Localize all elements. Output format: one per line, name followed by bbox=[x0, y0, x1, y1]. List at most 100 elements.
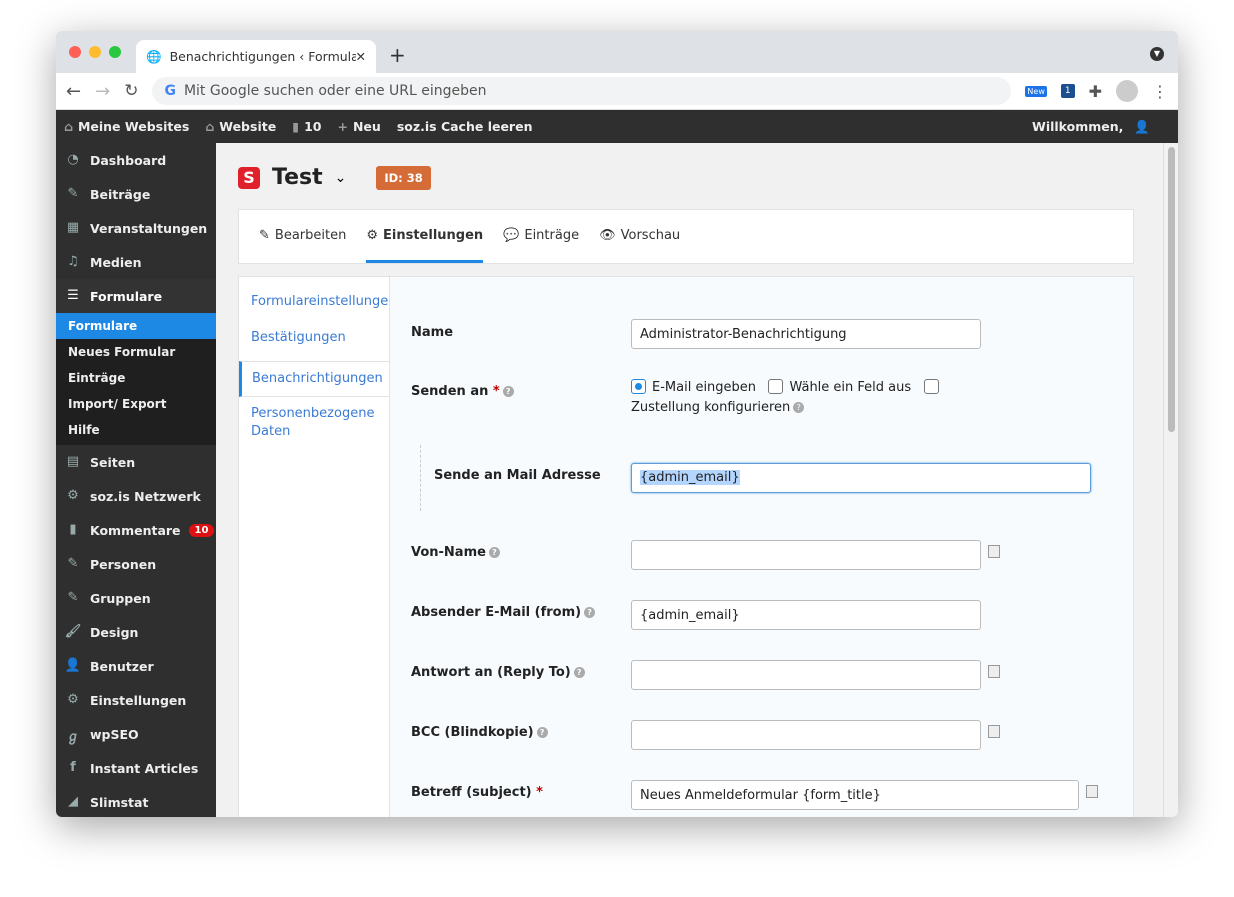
mail-address-input[interactable]: {admin_email} bbox=[631, 463, 1091, 493]
submenu-formulare[interactable]: Formulare bbox=[56, 313, 216, 339]
conditional-divider bbox=[420, 445, 421, 511]
comments-link[interactable]: ▮ 10 bbox=[292, 119, 321, 134]
bitwarden-icon[interactable]: 1 bbox=[1060, 84, 1075, 98]
new-link[interactable]: + Neu bbox=[337, 119, 380, 134]
submenu-hilfe[interactable]: Hilfe bbox=[56, 417, 216, 443]
back-icon[interactable]: ← bbox=[66, 81, 81, 102]
form-tabs: ✎ Bearbeiten ⚙ Einstellungen 💬 Einträge 👁 Vo… bbox=[238, 209, 1134, 264]
sidebar-item-wpseo[interactable]: ℊ wpSEO bbox=[56, 717, 216, 751]
subnav-formulareinstellungen[interactable]: Formulareinstellungen bbox=[239, 277, 389, 319]
plugin-logo: S bbox=[238, 166, 260, 189]
settings-subnav: Formulareinstellungen Bestätigungen Bena… bbox=[239, 277, 390, 817]
minimize-window-button[interactable] bbox=[89, 46, 101, 58]
welcome-account[interactable]: Willkommen, 👤 bbox=[1032, 119, 1150, 135]
browser-window: 🌐 Benachrichtigungen ‹ Formular ✕ + ▼ ← … bbox=[56, 31, 1178, 817]
pin-icon: ✎ bbox=[67, 186, 79, 201]
sidebar-item-slimstat[interactable]: ◢ Slimstat bbox=[56, 785, 216, 817]
radio-email[interactable] bbox=[631, 379, 646, 394]
bcc-input[interactable] bbox=[631, 720, 981, 750]
tab-bearbeiten[interactable]: ✎ Bearbeiten bbox=[259, 210, 346, 263]
subnav-personenbezogene-daten[interactable]: Personenbezogene Daten bbox=[239, 397, 389, 449]
sidebar-item-design[interactable]: 🖌 Design bbox=[56, 615, 216, 649]
required-marker: * bbox=[536, 785, 543, 800]
from-name-input[interactable] bbox=[631, 540, 981, 570]
wp-admin-bar: ⌂ Meine Websites ⌂ Website ▮ 10 + Neu soz.is… bbox=[56, 110, 1178, 143]
tab-search-icon[interactable]: ▼ bbox=[1150, 47, 1164, 61]
edit-icon: ✎ bbox=[259, 227, 270, 243]
tab-eintraege[interactable]: 💬 Einträge bbox=[503, 210, 579, 263]
name-label: Name bbox=[411, 325, 454, 340]
cache-clear-link[interactable]: soz.is Cache leeren bbox=[397, 119, 533, 134]
help-icon[interactable]: ? bbox=[584, 607, 596, 618]
name-input[interactable] bbox=[631, 319, 981, 349]
notification-form: Name Senden an *? E-Mail eingeben Wähle … bbox=[390, 277, 1133, 817]
pages-icon: ▤ bbox=[66, 454, 80, 469]
sidebar-item-seiten[interactable]: ▤ Seiten bbox=[56, 445, 216, 479]
sidebar-item-personen[interactable]: ✎ Personen bbox=[56, 547, 216, 581]
browser-tab[interactable]: 🌐 Benachrichtigungen ‹ Formular ✕ bbox=[136, 40, 376, 73]
help-icon[interactable]: ? bbox=[536, 727, 548, 738]
subnav-benachrichtigungen[interactable]: Benachrichtigungen bbox=[239, 361, 389, 397]
sidebar-item-benutzer[interactable]: 👤 Benutzer bbox=[56, 649, 216, 683]
calendar-icon: ▦ bbox=[66, 220, 80, 235]
sidebar-item-veranstaltungen[interactable]: ▦ Veranstaltungen bbox=[56, 211, 216, 245]
reply-to-label: Antwort an (Reply To)? bbox=[411, 665, 585, 680]
from-email-input[interactable] bbox=[631, 600, 981, 630]
plus-icon: + bbox=[337, 119, 348, 134]
sidebar-item-dashboard[interactable]: ◔ Dashboard bbox=[56, 143, 216, 177]
sidebar-item-instant-articles[interactable]: f Instant Articles bbox=[56, 751, 216, 785]
sidebar-item-formulare[interactable]: ☰ Formulare bbox=[56, 279, 216, 313]
close-window-button[interactable] bbox=[69, 46, 81, 58]
scrollbar-thumb[interactable] bbox=[1168, 147, 1175, 432]
my-sites-link[interactable]: ⌂ Meine Websites bbox=[64, 119, 189, 134]
help-icon[interactable]: ? bbox=[488, 547, 500, 558]
sidebar-item-medien[interactable]: ♫ Medien bbox=[56, 245, 216, 279]
omnibox[interactable]: G Mit Google suchen oder eine URL eingeb… bbox=[152, 77, 1012, 105]
sites-icon: ⌂ bbox=[64, 119, 73, 134]
main-content: S Test ⌄ ID: 38 ✎ Bearbeiten ⚙ Einstellung… bbox=[216, 143, 1163, 817]
merge-tags-icon[interactable] bbox=[988, 665, 1000, 678]
help-icon[interactable]: ? bbox=[793, 402, 805, 413]
sidebar-item-einstellungen[interactable]: ⚙ Einstellungen bbox=[56, 683, 216, 717]
tab-bar: 🌐 Benachrichtigungen ‹ Formular ✕ + ▼ bbox=[56, 31, 1178, 73]
reload-icon[interactable]: ↻ bbox=[124, 81, 138, 101]
merge-tags-icon[interactable] bbox=[1086, 785, 1098, 798]
sidebar-item-kommentare[interactable]: ▮ Kommentare 10 bbox=[56, 513, 216, 547]
chevron-down-icon[interactable]: ⌄ bbox=[335, 170, 347, 186]
sidebar-item-gruppen[interactable]: ✎ Gruppen bbox=[56, 581, 216, 615]
radio-field[interactable] bbox=[768, 379, 784, 394]
tab-einstellungen[interactable]: ⚙ Einstellungen bbox=[366, 210, 484, 263]
merge-tags-icon[interactable] bbox=[988, 545, 1000, 558]
menu-kebab-icon[interactable]: ⋮ bbox=[1152, 82, 1168, 101]
website-link[interactable]: ⌂ Website bbox=[205, 119, 276, 134]
scrollbar[interactable] bbox=[1163, 143, 1178, 817]
submenu-eintraege[interactable]: Einträge bbox=[56, 365, 216, 391]
submenu-neues-formular[interactable]: Neues Formular bbox=[56, 339, 216, 365]
new-tab-button[interactable]: + bbox=[389, 43, 406, 67]
forward-icon[interactable]: → bbox=[95, 81, 110, 102]
browser-toolbar: ← → ↻ G Mit Google suchen oder eine URL … bbox=[56, 73, 1178, 110]
chart-icon: ◢ bbox=[68, 794, 78, 809]
extensions-puzzle-icon[interactable]: ✚ bbox=[1089, 82, 1102, 101]
subnav-bestaetigungen[interactable]: Bestätigungen bbox=[239, 319, 389, 355]
sidebar-item-beitraege[interactable]: ✎ Beiträge bbox=[56, 177, 216, 211]
subject-input[interactable] bbox=[631, 780, 1079, 810]
gear-icon: ⚙ bbox=[67, 488, 79, 503]
merge-tags-icon[interactable] bbox=[988, 725, 1000, 738]
admin-sidebar: ◔ Dashboard ✎ Beiträge ▦ Veranstaltungen ♫ M… bbox=[56, 143, 216, 817]
pin-icon: ✎ bbox=[67, 556, 79, 571]
radio-routing[interactable] bbox=[923, 379, 939, 394]
submenu-import-export[interactable]: Import/ Export bbox=[56, 391, 216, 417]
settings-icon: ⚙ bbox=[67, 692, 79, 707]
extension-new-icon[interactable]: New bbox=[1025, 85, 1047, 97]
help-icon[interactable]: ? bbox=[502, 386, 514, 397]
reply-to-input[interactable] bbox=[631, 660, 981, 690]
maximize-window-button[interactable] bbox=[109, 46, 121, 58]
sidebar-item-netzwerk[interactable]: ⚙ soz.is Netzwerk bbox=[56, 479, 216, 513]
send-to-label: Senden an *? bbox=[411, 384, 514, 399]
profile-avatar[interactable] bbox=[1116, 80, 1138, 102]
tab-vorschau[interactable]: 👁 Vorschau bbox=[599, 210, 680, 263]
close-tab-icon[interactable]: ✕ bbox=[356, 49, 366, 64]
help-icon[interactable]: ? bbox=[573, 667, 585, 678]
id-badge: ID: 38 bbox=[376, 165, 431, 190]
